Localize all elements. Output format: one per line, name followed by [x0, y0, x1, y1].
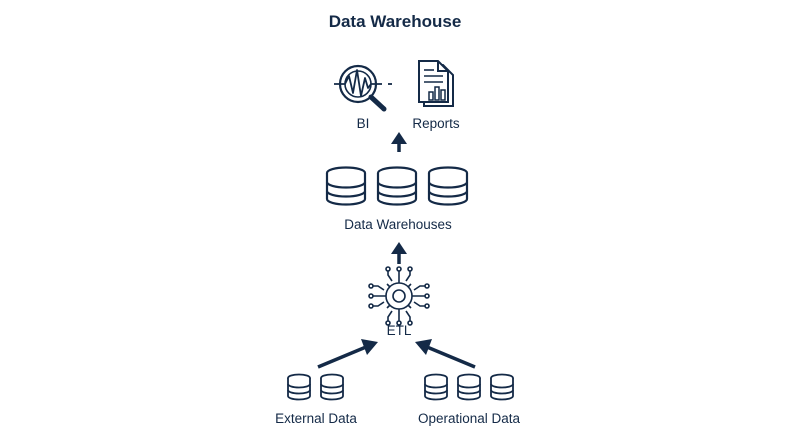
operational-data-label: Operational Data — [417, 411, 521, 426]
reports-label: Reports — [412, 116, 460, 131]
arrow-warehouses-to-reports — [391, 132, 407, 152]
arrow-external-to-etl — [317, 339, 378, 369]
data-warehouses-label: Data Warehouses — [344, 217, 452, 232]
etl-label: ETL — [386, 323, 412, 338]
database-icon — [424, 373, 514, 401]
arrow-operational-to-etl — [415, 339, 476, 369]
magnifier-waveform-icon — [334, 64, 392, 112]
circuit-gear-icon — [368, 266, 430, 326]
external-data-label: External Data — [275, 411, 357, 426]
database-icon — [325, 166, 469, 206]
database-icon — [287, 373, 344, 401]
arrow-etl-to-warehouses — [391, 242, 407, 264]
report-document-icon — [418, 60, 454, 107]
bi-label: BI — [356, 116, 370, 131]
